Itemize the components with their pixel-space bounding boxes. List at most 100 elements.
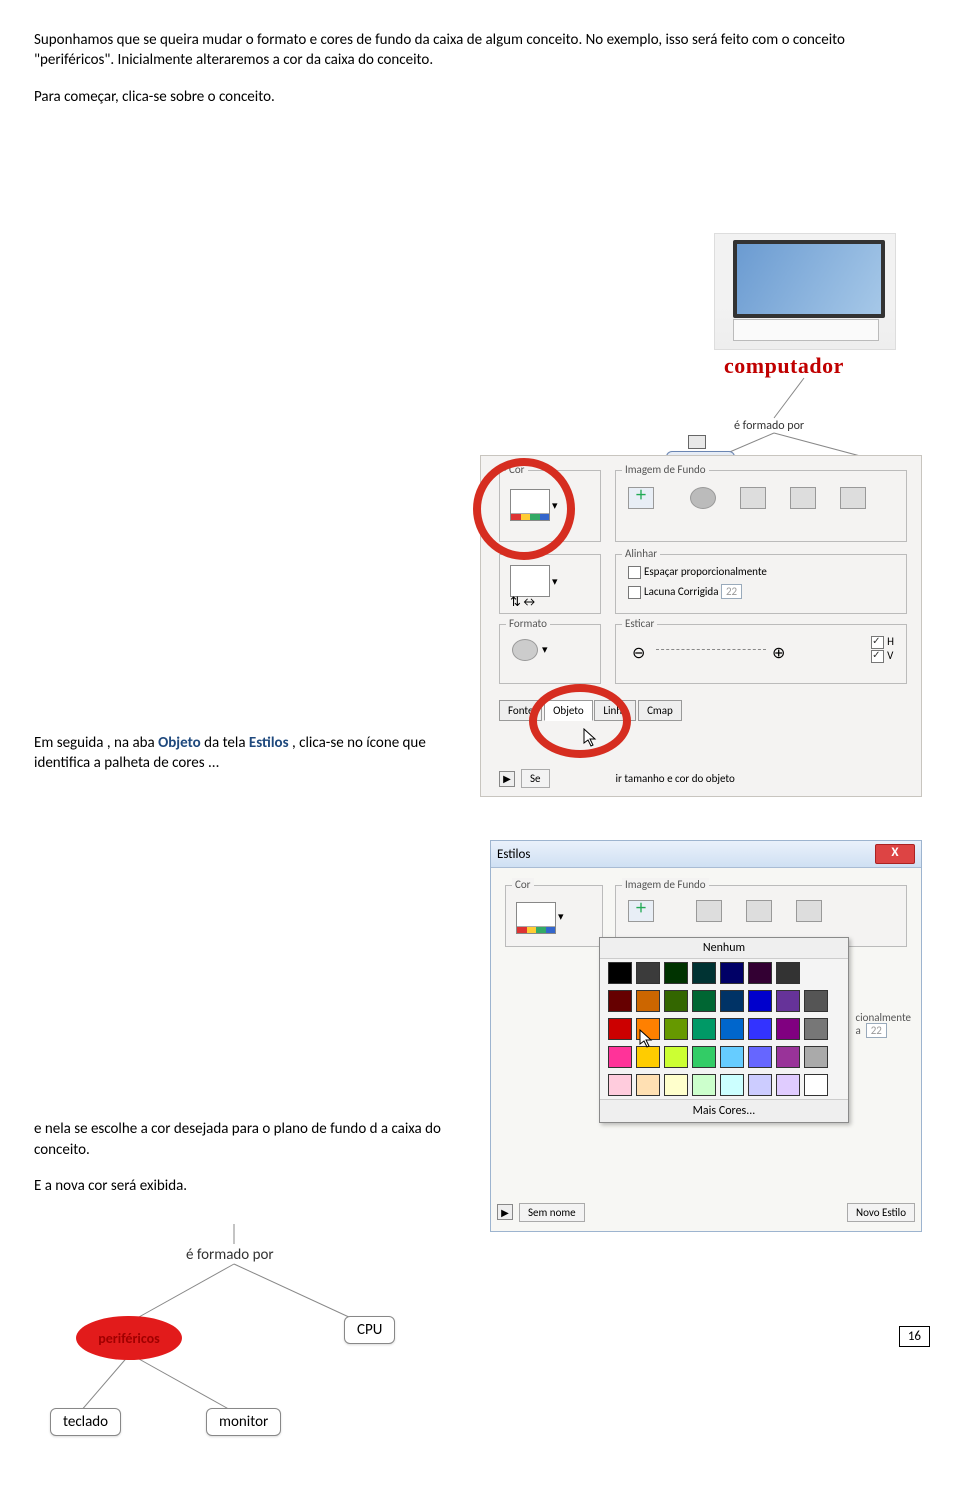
color-swatch[interactable] — [664, 962, 688, 984]
color-swatch[interactable] — [608, 1018, 632, 1040]
color-swatch[interactable] — [692, 962, 716, 984]
color-swatch[interactable] — [720, 990, 744, 1012]
color-swatch[interactable] — [748, 1074, 772, 1096]
color-swatch[interactable] — [692, 1046, 716, 1068]
color-swatch[interactable] — [692, 990, 716, 1012]
color-swatch[interactable] — [776, 1018, 800, 1040]
color-swatch[interactable] — [804, 1046, 828, 1068]
label-h: H — [887, 635, 894, 648]
bold-estilos: Estilos — [249, 734, 289, 752]
color-swatch[interactable] — [804, 990, 828, 1012]
group-imagem-fundo: Imagem de Fundo ＋ — [615, 470, 907, 542]
zoom-in-icon[interactable]: ⊕ — [772, 643, 785, 663]
bg-image-add-icon[interactable]: ＋ — [628, 487, 654, 509]
paragraph-start: Para começar, clica-se sobre o conceito. — [34, 87, 926, 107]
bg-option-icon-2[interactable] — [740, 487, 766, 509]
label-espacar: Espaçar proporcionalmente — [644, 565, 767, 578]
color-swatch[interactable] — [692, 1018, 716, 1040]
color-swatch[interactable] — [720, 1074, 744, 1096]
color-swatch[interactable] — [748, 990, 772, 1012]
highlight-circle-palette — [473, 458, 575, 560]
color-swatch[interactable] — [608, 1046, 632, 1068]
swatch-none-button[interactable]: Nenhum — [600, 938, 848, 959]
color-swatch[interactable] — [776, 962, 800, 984]
highlight-circle-tab — [529, 684, 631, 758]
group-lower-left: ▾ ⇅↔ — [499, 554, 601, 614]
bold-objeto: Objeto — [158, 734, 201, 752]
window-title: Estilos — [497, 847, 530, 862]
zoom-out-icon[interactable]: ⊖ — [632, 643, 645, 663]
more-colors-button[interactable]: Mais Cores... — [600, 1099, 848, 1122]
shape-picker-icon[interactable] — [512, 639, 538, 661]
node-teclado[interactable]: teclado — [50, 1408, 121, 1436]
color-swatch[interactable] — [776, 1046, 800, 1068]
tab-cmap[interactable]: Cmap — [638, 700, 682, 721]
figure-color-picker-window: Estilos X Cor ▾ Imagem de Fundo ＋ cional… — [490, 840, 922, 1232]
color-swatch[interactable] — [636, 990, 660, 1012]
close-icon[interactable]: X — [875, 844, 915, 864]
color-swatch[interactable] — [664, 1046, 688, 1068]
bg-option-icon-1[interactable] — [690, 487, 716, 509]
bg-image-add-icon[interactable]: ＋ — [628, 900, 654, 922]
color-swatch[interactable] — [608, 1074, 632, 1096]
window-titlebar: Estilos X — [491, 841, 921, 868]
txt: Em seguida , na aba — [34, 734, 158, 752]
expand-icon[interactable]: ▶ — [499, 771, 515, 787]
check-espacar[interactable] — [628, 566, 641, 579]
label-v: V — [887, 649, 893, 662]
bg-option-icon-1[interactable] — [696, 900, 722, 922]
color-swatch[interactable] — [720, 962, 744, 984]
side-val: 22 — [866, 1023, 887, 1038]
footer-novo-estilo[interactable]: Novo Estilo — [847, 1203, 915, 1222]
color-swatch[interactable] — [776, 1074, 800, 1096]
node-monitor[interactable]: monitor — [206, 1408, 281, 1436]
color-swatch[interactable] — [720, 1018, 744, 1040]
color-swatch[interactable] — [748, 962, 772, 984]
link-phrase: é formado por — [186, 1246, 274, 1264]
paragraph-choose-color: e nela se escolhe a cor desejada para o … — [34, 1119, 474, 1160]
color-swatch[interactable] — [608, 990, 632, 1012]
group-esticar-title: Esticar — [622, 617, 657, 630]
color-swatch[interactable] — [664, 1074, 688, 1096]
group-esticar: Esticar ⊖ ⊕ H V — [615, 624, 907, 684]
lacuna-value[interactable]: 22 — [721, 584, 742, 599]
txt: da tela — [204, 734, 249, 752]
color-swatch[interactable] — [636, 962, 660, 984]
window-footer: ▶ Sem nome Novo Estilo — [497, 1199, 915, 1225]
group-alinhar-title: Alinhar — [622, 547, 660, 560]
color-swatch[interactable] — [748, 1018, 772, 1040]
group-formato-title: Formato — [506, 617, 550, 630]
color-swatch[interactable] — [804, 1074, 828, 1096]
check-h[interactable] — [871, 636, 884, 649]
expand-icon[interactable]: ▶ — [497, 1204, 513, 1220]
color-swatch[interactable] — [664, 990, 688, 1012]
color-swatch[interactable] — [692, 1074, 716, 1096]
link-phrase: é formado por — [734, 419, 804, 433]
check-v[interactable] — [871, 650, 884, 663]
check-lacuna[interactable] — [628, 586, 641, 599]
color-swatch[interactable] — [636, 1046, 660, 1068]
bg-option-icon-4[interactable] — [840, 487, 866, 509]
side-cut-text: cionalmente a 22 — [855, 1011, 911, 1037]
color-swatch[interactable] — [608, 962, 632, 984]
color-swatch[interactable] — [664, 1018, 688, 1040]
footer-semnome[interactable]: Sem nome — [519, 1203, 585, 1222]
bg-option-icon-3[interactable] — [790, 487, 816, 509]
page-number: 16 — [899, 1326, 930, 1347]
panel-footer: ▶ Se ir tamanho e cor do objeto — [499, 769, 735, 788]
color-swatch[interactable] — [748, 1046, 772, 1068]
group-imagem-title: Imagem de Fundo — [622, 878, 709, 891]
bg-option-icon-2[interactable] — [746, 900, 772, 922]
label-lacuna: Lacuna Corrigida — [644, 585, 718, 598]
node-cpu[interactable]: CPU — [344, 1316, 395, 1344]
color-swatch[interactable] — [776, 990, 800, 1012]
cursor-icon — [583, 728, 597, 748]
footer-btn-left[interactable]: Se — [521, 769, 550, 788]
color-swatch[interactable] — [804, 1018, 828, 1040]
color-palette-button[interactable] — [516, 902, 556, 934]
color-swatch[interactable] — [636, 1074, 660, 1096]
node-perifericos-red[interactable]: periféricos — [76, 1316, 182, 1360]
secondary-palette-button[interactable] — [510, 565, 550, 597]
color-swatch[interactable] — [720, 1046, 744, 1068]
bg-option-icon-3[interactable] — [796, 900, 822, 922]
